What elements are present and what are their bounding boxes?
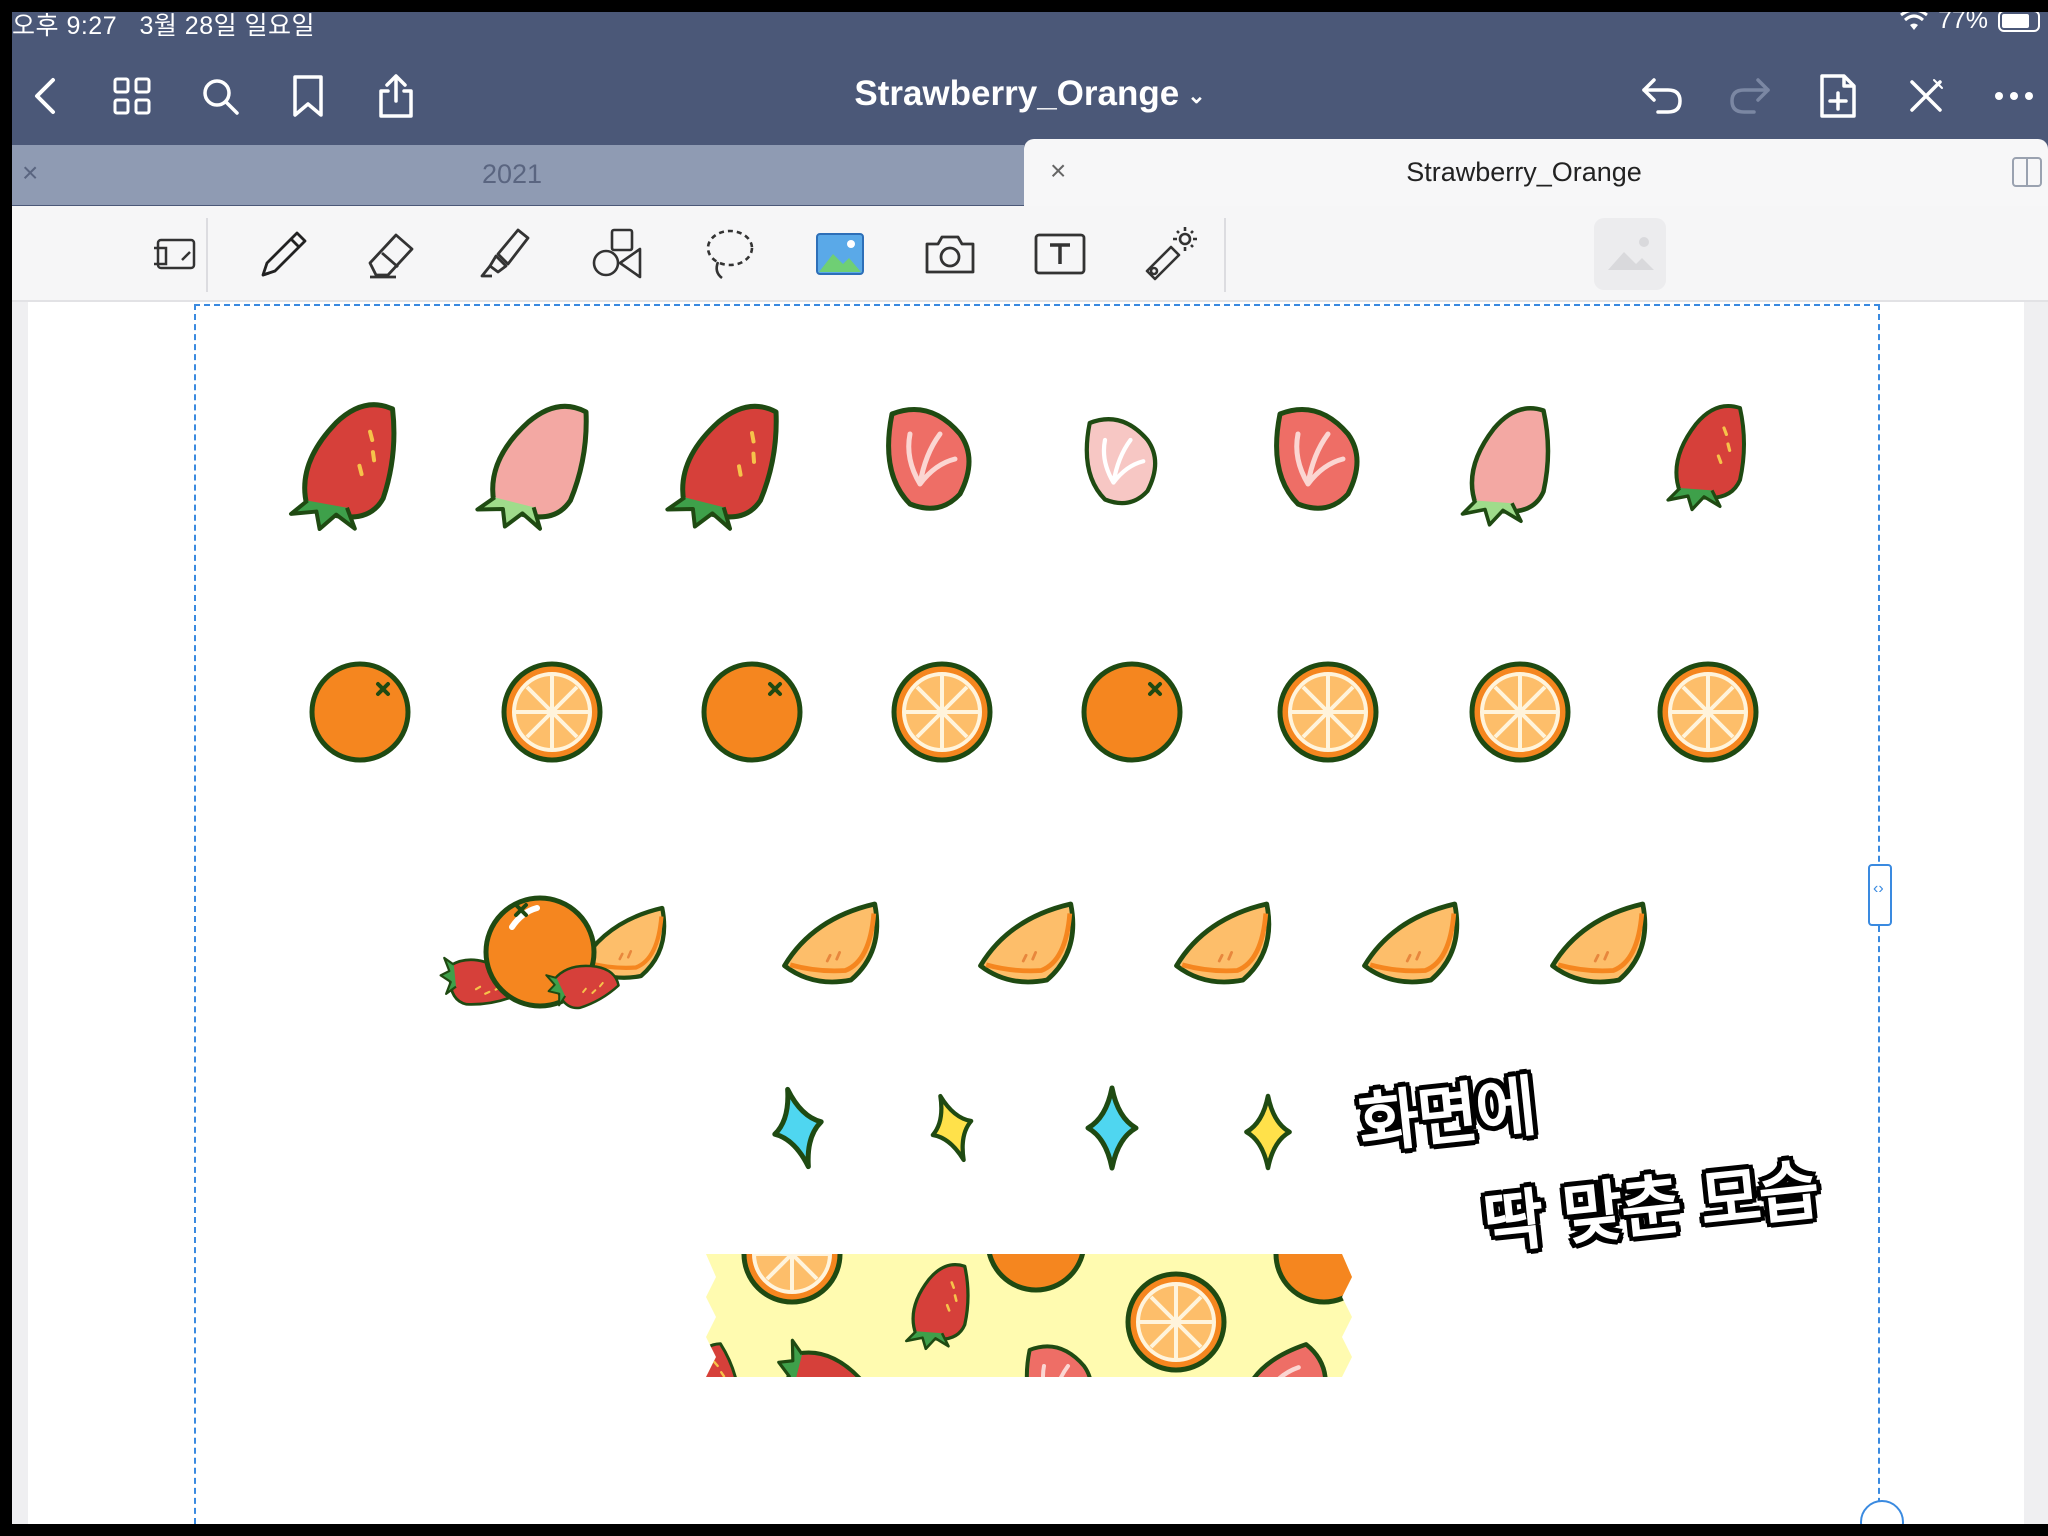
orange-sticker[interactable] xyxy=(704,664,800,760)
orange-slice-sticker[interactable] xyxy=(1280,664,1376,760)
close-tools-icon[interactable] xyxy=(1902,72,1950,120)
battery-percent: 77% xyxy=(1937,12,1988,34)
add-page-icon[interactable] xyxy=(1814,72,1862,120)
pen-icon[interactable] xyxy=(254,224,314,284)
sparkle-sticker[interactable] xyxy=(1246,1096,1289,1168)
strawberry-sticker[interactable] xyxy=(1463,408,1549,525)
wifi-icon xyxy=(1900,12,1928,30)
orange-slice-sticker[interactable] xyxy=(1660,664,1756,760)
redo-icon xyxy=(1726,72,1774,120)
orange-wedge-sticker[interactable] xyxy=(981,904,1073,982)
status-bar: 오후 9:27 3월 28일 일요일 77% xyxy=(12,12,2048,40)
strawberry-half-sticker[interactable] xyxy=(1277,410,1357,509)
eraser-icon[interactable] xyxy=(364,224,424,284)
strawberry-sticker[interactable] xyxy=(665,394,781,538)
orange-slice-sticker[interactable] xyxy=(504,664,600,760)
orange-wedge-sticker[interactable] xyxy=(1177,904,1269,982)
app-window: 오후 9:27 3월 28일 일요일 77% Strawberry_Orange… xyxy=(12,12,2048,1524)
sparkle-sticker[interactable] xyxy=(921,1089,983,1167)
status-right: 77% xyxy=(1900,12,2040,35)
tab-label: Strawberry_Orange xyxy=(1406,157,1642,187)
washi-tape-sticker[interactable] xyxy=(669,1194,1372,1447)
sparkle-sticker[interactable] xyxy=(764,1083,831,1173)
status-time: 오후 9:27 3월 28일 일요일 xyxy=(12,12,315,42)
sticker-sheet[interactable] xyxy=(12,302,2048,1524)
orange-wedge-sticker[interactable] xyxy=(1553,904,1645,982)
image-icon[interactable] xyxy=(810,224,870,284)
shapes-icon[interactable] xyxy=(588,224,648,284)
highlighter-icon[interactable] xyxy=(474,224,534,284)
tab-label: 2021 xyxy=(481,159,543,189)
tab-strawberry-orange[interactable]: × Strawberry_Orange xyxy=(1024,139,2048,206)
undo-icon[interactable] xyxy=(1638,72,1686,120)
orange-slice-sticker[interactable] xyxy=(1472,664,1568,760)
toolbar-divider xyxy=(206,218,208,292)
note-canvas[interactable]: 화면에 딱 맞춘 모습 xyxy=(12,302,2048,1524)
status-date: 3월 28일 일요일 xyxy=(139,12,316,40)
orange-wedge-sticker[interactable] xyxy=(785,904,877,982)
laser-pointer-icon[interactable] xyxy=(1140,224,1200,284)
camera-icon[interactable] xyxy=(920,224,980,284)
orange-wedge-sticker[interactable] xyxy=(1365,904,1457,982)
orange-slice-sticker[interactable] xyxy=(894,664,990,760)
image-thumbnail[interactable] xyxy=(1594,218,1666,290)
fruit-combo-sticker[interactable] xyxy=(436,895,664,1021)
read-only-icon[interactable] xyxy=(144,224,204,284)
sparkle-sticker[interactable] xyxy=(1088,1088,1136,1168)
strawberry-sticker[interactable] xyxy=(475,394,591,538)
lasso-icon[interactable] xyxy=(700,224,760,284)
strawberry-half-sticker[interactable] xyxy=(1087,419,1155,503)
document-title-text: Strawberry_Orange xyxy=(854,74,1180,113)
handwritten-note-line1[interactable]: 화면에 xyxy=(1353,1053,1538,1167)
text-icon[interactable] xyxy=(1030,224,1090,284)
orange-sticker[interactable] xyxy=(312,664,408,760)
more-icon[interactable] xyxy=(1990,72,2038,120)
strawberry-sticker[interactable] xyxy=(290,397,398,536)
strawberry-half-sticker[interactable] xyxy=(889,410,969,509)
tab-2021[interactable]: × 2021 xyxy=(12,145,1024,205)
toolbar-divider xyxy=(1224,218,1226,292)
chevron-down-icon: ⌄ xyxy=(1187,82,1206,108)
orange-sticker[interactable] xyxy=(1084,664,1180,760)
tab-bar: × 2021 × Strawberry_Orange xyxy=(12,133,2048,206)
status-time-text: 오후 9:27 xyxy=(12,12,118,40)
nav-bar: Strawberry_Orange ⌄ xyxy=(12,52,2048,142)
battery-icon xyxy=(1998,12,2040,32)
drawing-toolbar xyxy=(12,206,2048,302)
strawberry-sticker[interactable] xyxy=(1668,406,1744,510)
split-view-icon[interactable] xyxy=(2012,157,2042,187)
